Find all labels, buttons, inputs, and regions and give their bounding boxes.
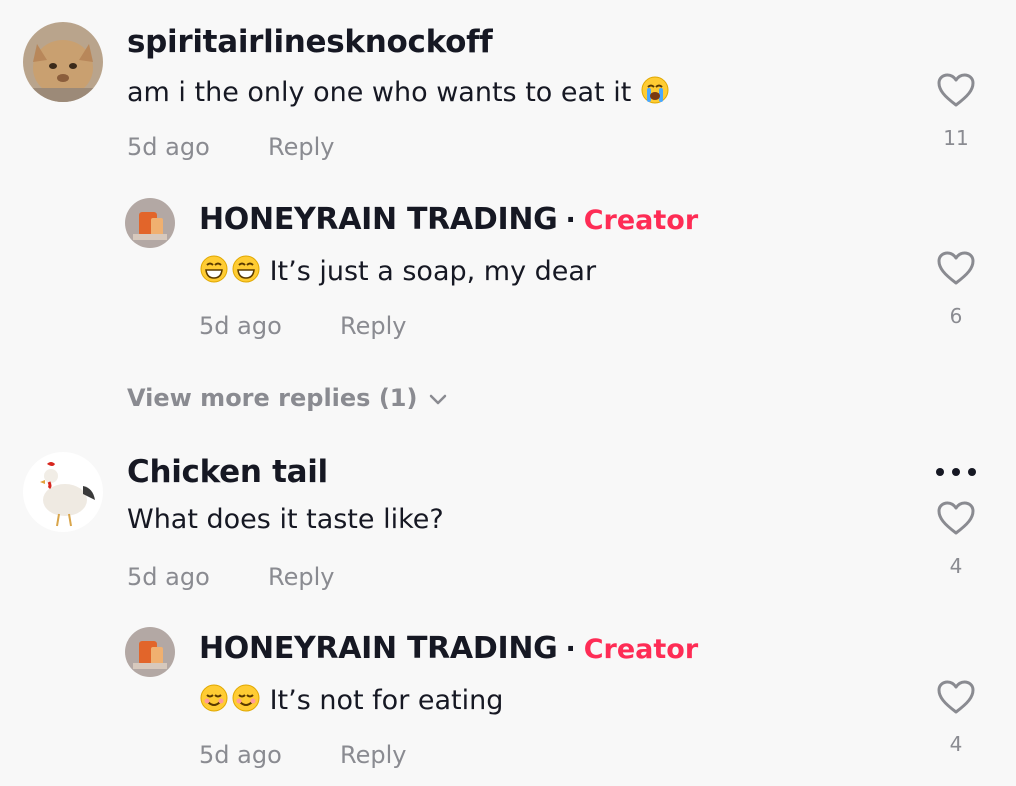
loudly-crying-face-icon xyxy=(640,75,670,112)
comment-username[interactable]: spiritairlinesknockoff xyxy=(127,24,493,60)
reply-username[interactable]: HONEYRAIN TRADING xyxy=(199,631,558,666)
comment-timestamp: 5d ago xyxy=(127,563,210,591)
reply-body: It’s not for eating xyxy=(269,685,504,716)
reply-timestamp: 5d ago xyxy=(199,741,282,769)
creator-badge: Creator xyxy=(583,205,699,236)
creator-avatar[interactable] xyxy=(125,198,175,248)
creator-avatar[interactable] xyxy=(125,627,175,677)
creator-badge: Creator xyxy=(583,634,699,665)
grinning-face-icon xyxy=(199,254,261,291)
view-more-label: View more replies (1) xyxy=(127,384,418,412)
chevron-down-icon xyxy=(429,384,447,412)
like-count: 4 xyxy=(949,554,963,578)
like-count: 11 xyxy=(943,126,969,150)
heart-icon xyxy=(936,73,976,112)
heart-icon xyxy=(936,251,976,290)
like-count: 4 xyxy=(949,732,963,756)
commenter-avatar[interactable] xyxy=(23,452,103,532)
separator-dot: · xyxy=(565,205,576,236)
comment-text: What does it taste like? xyxy=(127,504,444,535)
reply-timestamp: 5d ago xyxy=(199,312,282,340)
reply-text: It’s just a soap, my dear xyxy=(199,254,596,291)
commenter-avatar[interactable] xyxy=(23,22,103,102)
reply-button[interactable]: Reply xyxy=(340,312,406,340)
separator-dot: · xyxy=(565,634,576,665)
like-count: 6 xyxy=(949,304,963,328)
heart-icon xyxy=(936,501,976,540)
reply-username[interactable]: HONEYRAIN TRADING xyxy=(199,202,558,237)
heart-icon xyxy=(936,680,976,719)
like-button[interactable] xyxy=(934,250,978,290)
comment-timestamp: 5d ago xyxy=(127,133,210,161)
reply-button[interactable]: Reply xyxy=(340,741,406,769)
view-more-replies-button[interactable]: View more replies (1) xyxy=(127,384,447,412)
reply-header: HONEYRAIN TRADING · Creator xyxy=(199,202,698,237)
reply-header: HONEYRAIN TRADING · Creator xyxy=(199,631,698,666)
like-button[interactable] xyxy=(934,72,978,112)
like-button[interactable] xyxy=(934,679,978,719)
comment-text: am i the only one who wants to eat it xyxy=(127,75,670,112)
comment-username[interactable]: Chicken tail xyxy=(127,454,328,490)
reply-button[interactable]: Reply xyxy=(268,563,334,591)
reply-text: It’s not for eating xyxy=(199,683,503,720)
more-options-icon[interactable] xyxy=(934,452,978,487)
reply-body: It’s just a soap, my dear xyxy=(269,256,597,287)
comment-body: am i the only one who wants to eat it xyxy=(127,77,632,108)
smiling-face-icon xyxy=(199,683,261,720)
reply-button[interactable]: Reply xyxy=(268,133,334,161)
like-button[interactable] xyxy=(934,500,978,540)
